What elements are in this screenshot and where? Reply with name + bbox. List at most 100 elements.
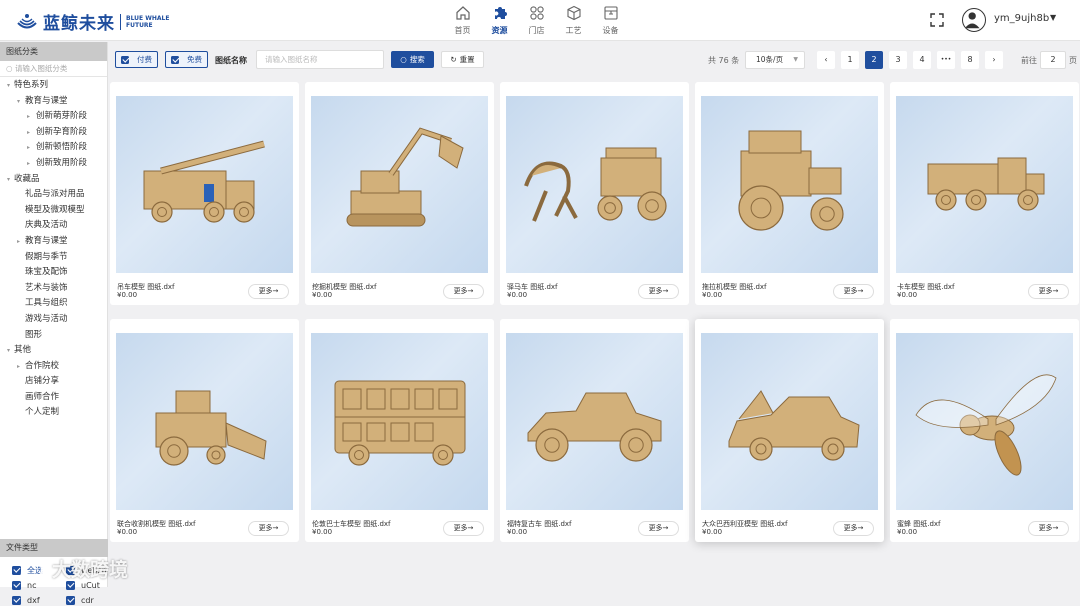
- more-button[interactable]: 更多→: [248, 521, 289, 536]
- category-item[interactable]: ▾ 特色系列: [0, 78, 107, 94]
- category-item[interactable]: ▸ 创新顿悟阶段: [0, 140, 107, 156]
- checkbox[interactable]: [66, 595, 75, 605]
- drawing-card[interactable]: 伦敦巴士车模型 图纸.dxf ¥0.00 更多→: [305, 319, 494, 542]
- page-button[interactable]: 3: [889, 51, 907, 69]
- caret-right-icon[interactable]: ▸: [27, 140, 30, 156]
- page-size-value: 10条/页: [756, 55, 784, 64]
- avatar[interactable]: [962, 8, 986, 32]
- category-item[interactable]: ▸ 创新孕育阶段: [0, 125, 107, 141]
- category-item[interactable]: 庆典及活动: [0, 218, 107, 234]
- more-button[interactable]: 更多→: [1028, 521, 1069, 536]
- more-button[interactable]: 更多→: [833, 284, 874, 299]
- caret-right-icon[interactable]: ▸: [27, 109, 30, 125]
- more-button[interactable]: 更多→: [638, 521, 679, 536]
- drawing-card[interactable]: 联合收割机模型 图纸.dxf ¥0.00 更多→: [110, 319, 299, 542]
- category-label: 珠宝及配饰: [25, 267, 68, 278]
- category-item[interactable]: 艺术与装饰: [0, 281, 107, 297]
- caret-down-icon[interactable]: ▾: [7, 343, 10, 359]
- drawing-card[interactable]: 吊车模型 图纸.dxf ¥0.00 更多→: [110, 82, 299, 305]
- caret-down-icon[interactable]: ▾: [7, 172, 10, 188]
- file-type-cdr[interactable]: cdr: [66, 594, 94, 606]
- caret-right-icon[interactable]: ▸: [17, 234, 20, 250]
- drawing-card[interactable]: 大众巴西利亚模型 图纸.dxf ¥0.00 更多→: [695, 319, 884, 542]
- nav-stores[interactable]: 门店: [519, 5, 554, 36]
- drawing-thumbnail[interactable]: [311, 333, 488, 510]
- category-item[interactable]: 游戏与活动: [0, 312, 107, 328]
- free-filter-checkbox[interactable]: 免费: [165, 51, 208, 68]
- page-size-select[interactable]: 10条/页 ▼: [745, 51, 805, 69]
- category-item[interactable]: ▸ 创新致用阶段: [0, 156, 107, 172]
- file-type-dxf[interactable]: dxf: [12, 594, 40, 606]
- category-item[interactable]: ▾ 收藏品: [0, 172, 107, 188]
- nav-home[interactable]: 首页: [445, 5, 480, 36]
- category-item[interactable]: 图形: [0, 328, 107, 344]
- category-item[interactable]: ▾ 教育与课堂: [0, 94, 107, 110]
- drawing-price: ¥0.00: [312, 291, 333, 299]
- caret-right-icon[interactable]: ▸: [17, 359, 20, 375]
- category-item[interactable]: 画师合作: [0, 390, 107, 406]
- category-item[interactable]: ▸ 创新萌芽阶段: [0, 109, 107, 125]
- vintage-car-model-image: [527, 392, 662, 462]
- more-button[interactable]: 更多→: [248, 284, 289, 299]
- drawing-thumbnail[interactable]: [116, 333, 293, 510]
- username[interactable]: ym_9ujh8b: [994, 13, 1049, 24]
- checkbox[interactable]: [12, 595, 21, 605]
- fullscreen-icon[interactable]: [929, 12, 945, 28]
- category-item[interactable]: 模型及微观模型: [0, 203, 107, 219]
- category-item[interactable]: ▸ 教育与课堂: [0, 234, 107, 250]
- more-button[interactable]: 更多→: [1028, 284, 1069, 299]
- category-item[interactable]: ▸ 合作院校: [0, 359, 107, 375]
- caret-down-icon[interactable]: ▾: [17, 94, 20, 110]
- drawing-price: ¥0.00: [117, 528, 138, 536]
- more-button[interactable]: 更多→: [443, 521, 484, 536]
- logo[interactable]: 蓝鲸未来 BLUE WHALE FUTURE: [16, 9, 169, 34]
- caret-down-icon[interactable]: ▾: [7, 78, 10, 94]
- chevron-down-icon[interactable]: ▼: [1050, 13, 1056, 22]
- page-button[interactable]: 8: [961, 51, 979, 69]
- prev-page-button[interactable]: ‹: [817, 51, 835, 69]
- next-page-button[interactable]: ›: [985, 51, 1003, 69]
- drawing-card[interactable]: 挖掘机模型 图纸.dxf ¥0.00 更多→: [305, 82, 494, 305]
- search-button[interactable]: ○ 搜索: [391, 51, 434, 68]
- more-button[interactable]: 更多→: [833, 521, 874, 536]
- drawing-thumbnail[interactable]: [896, 333, 1073, 510]
- drawing-card[interactable]: 驿马车 图纸.dxf ¥0.00 更多→: [500, 82, 689, 305]
- nav-equipment[interactable]: 设备: [593, 5, 628, 36]
- drawing-thumbnail[interactable]: [116, 96, 293, 273]
- more-button[interactable]: 更多→: [638, 284, 679, 299]
- category-label: 特色系列: [14, 80, 49, 90]
- category-item[interactable]: 礼品与派对用品: [0, 187, 107, 203]
- category-item[interactable]: 个人定制: [0, 405, 107, 421]
- category-item[interactable]: 店铺分享: [0, 374, 107, 390]
- category-search-input[interactable]: ○ 请输入图纸分类: [0, 61, 107, 77]
- drawing-card[interactable]: 卡车模型 图纸.dxf ¥0.00 更多→: [890, 82, 1079, 305]
- nav-craft[interactable]: 工艺: [556, 5, 591, 36]
- nav-resources[interactable]: 资源: [482, 5, 517, 36]
- category-item[interactable]: 珠宝及配饰: [0, 265, 107, 281]
- category-item[interactable]: 假期与季节: [0, 250, 107, 266]
- caret-right-icon[interactable]: ▸: [27, 125, 30, 141]
- category-label: 个人定制: [25, 407, 60, 418]
- drawing-thumbnail[interactable]: [506, 96, 683, 273]
- drawing-thumbnail[interactable]: [506, 333, 683, 510]
- paid-filter-checkbox[interactable]: 付费: [115, 51, 158, 68]
- drawing-thumbnail[interactable]: [896, 96, 1073, 273]
- drawing-card[interactable]: 拖拉机模型 图纸.dxf ¥0.00 更多→: [695, 82, 884, 305]
- reset-button[interactable]: ↻ 重置: [441, 51, 484, 68]
- page-button[interactable]: 1: [841, 51, 859, 69]
- more-button[interactable]: 更多→: [443, 284, 484, 299]
- drawing-thumbnail[interactable]: [311, 96, 488, 273]
- drawing-card[interactable]: 蜜蜂 图纸.dxf ¥0.00 更多→: [890, 319, 1079, 542]
- goto-page-input[interactable]: 2: [1040, 51, 1066, 69]
- page-button[interactable]: 4: [913, 51, 931, 69]
- category-item[interactable]: 工具与组织: [0, 296, 107, 312]
- caret-right-icon[interactable]: ▸: [27, 156, 30, 172]
- drawing-card[interactable]: 福特复古车 图纸.dxf ¥0.00 更多→: [500, 319, 689, 542]
- nav-stores-label: 门店: [528, 26, 545, 35]
- drawing-thumbnail[interactable]: [701, 96, 878, 273]
- drawing-name-input[interactable]: 请输入图纸名称: [256, 50, 384, 69]
- category-item[interactable]: ▾ 其他: [0, 343, 107, 359]
- drawing-thumbnail[interactable]: [701, 333, 878, 510]
- page-ellipsis[interactable]: •••: [937, 51, 955, 69]
- page-button-current[interactable]: 2: [865, 51, 883, 69]
